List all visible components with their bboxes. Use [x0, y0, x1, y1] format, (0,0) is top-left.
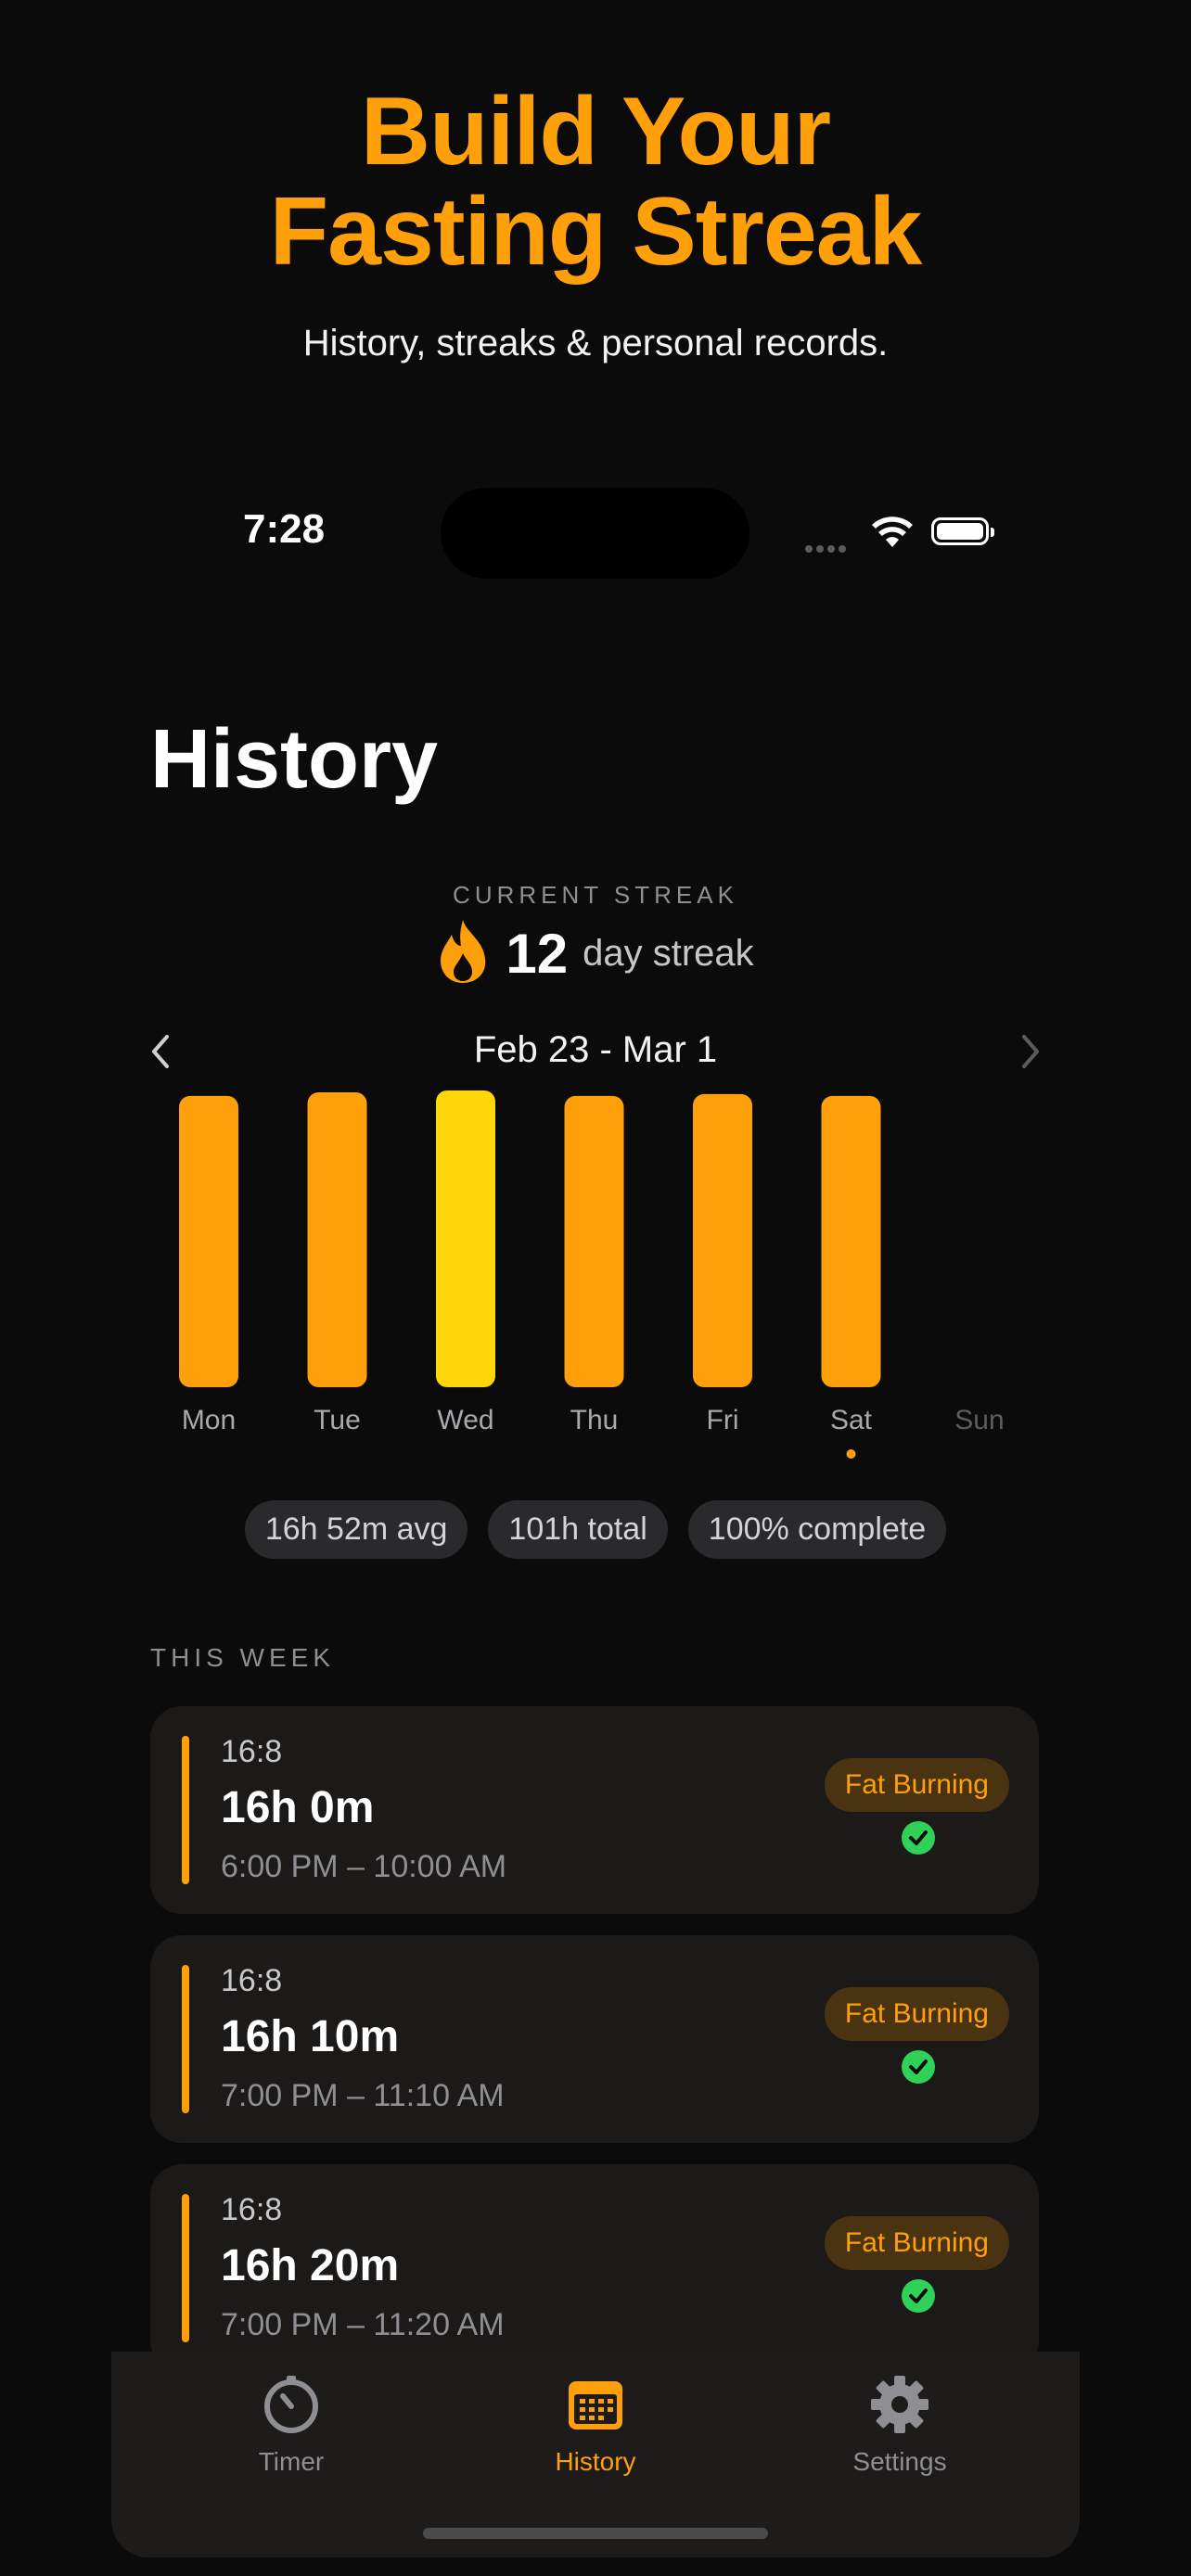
chart-bar-tue[interactable]: [307, 1091, 367, 1387]
section-title: THIS WEEK: [150, 1643, 336, 1672]
calendar-icon: [569, 2381, 622, 2429]
promo-subtitle: History, streaks & personal records.: [302, 323, 889, 363]
fast-duration: 16h 0m: [221, 1783, 375, 1832]
chart-day-label: Mon: [182, 1405, 236, 1435]
checkmark-icon: [902, 1821, 935, 1855]
battery-icon: [931, 517, 994, 545]
checkmark-icon: [902, 2279, 935, 2313]
next-week-button[interactable]: [1017, 1033, 1044, 1075]
chevron-right-icon: [1022, 1035, 1039, 1068]
fast-plan: 16:8: [221, 2192, 283, 2227]
week-stats: 16h 52m avg 101h total 100% complete: [0, 1500, 1191, 1559]
chart-day-label: Thu: [570, 1405, 619, 1435]
tab-settings[interactable]: Settings: [807, 2374, 992, 2477]
fast-card[interactable]: 16:8 16h 20m 7:00 PM – 11:20 AM Fat Burn…: [150, 2164, 1039, 2372]
tab-history[interactable]: History: [503, 2374, 688, 2477]
streak-summary: 12 day streak: [0, 918, 1191, 989]
chart-day-label: Tue: [314, 1405, 361, 1435]
fast-card[interactable]: 16:8 16h 10m 7:00 PM – 11:10 AM Fat Burn…: [150, 1935, 1039, 2143]
fast-plan: 16:8: [221, 1734, 283, 1769]
fast-card[interactable]: 16:8 16h 0m 6:00 PM – 10:00 AM Fat Burni…: [150, 1706, 1039, 1914]
chart-bar-mon[interactable]: [179, 1095, 238, 1387]
wifi-icon: [870, 516, 915, 554]
weekly-fasting-chart: Mon Tue Wed Thu Fri Sat Sun: [179, 1090, 1005, 1459]
tab-label: History: [555, 2447, 636, 2476]
today-indicator: [846, 1449, 856, 1459]
status-time: 7:28: [243, 506, 326, 552]
fast-zone-badge: Fat Burning: [824, 1987, 1009, 2041]
promo-title-line2: Fasting Streak: [269, 178, 923, 286]
chart-day-label: Wed: [437, 1405, 493, 1435]
fast-zone-badge: Fat Burning: [824, 1758, 1009, 1812]
dynamic-island: [441, 488, 749, 579]
tab-bar: Timer History Settings: [111, 2352, 1080, 2557]
chart-day-label: Sat: [830, 1405, 873, 1435]
card-accent-bar: [182, 1965, 189, 2113]
chart-bar-fri[interactable]: [693, 1093, 752, 1387]
home-indicator: [423, 2528, 768, 2539]
chart-day-label: Fri: [707, 1405, 739, 1435]
gear-icon: [871, 2376, 928, 2433]
total-stat: 101h total: [488, 1500, 668, 1559]
avg-stat: 16h 52m avg: [244, 1500, 468, 1559]
chart-day-label: Sun: [954, 1405, 1004, 1435]
fast-time-range: 6:00 PM – 10:00 AM: [221, 1849, 507, 1884]
checkmark-icon: [902, 2050, 935, 2084]
promo-title: Build Your Fasting Streak: [0, 82, 1191, 282]
fast-plan: 16:8: [221, 1963, 283, 1998]
flame-icon: [437, 918, 489, 989]
timer-icon: [264, 2376, 318, 2433]
fast-zone-badge: Fat Burning: [824, 2216, 1009, 2270]
card-accent-bar: [182, 1736, 189, 1884]
cellular-signal-icon: [805, 541, 850, 557]
fast-time-range: 7:00 PM – 11:10 AM: [221, 2078, 505, 2113]
fast-time-range: 7:00 PM – 11:20 AM: [221, 2307, 505, 2342]
page-title: History: [150, 713, 439, 806]
streak-suffix: day streak: [583, 933, 754, 974]
promo-title-line1: Build Your: [360, 78, 831, 185]
streak-count: 12: [506, 923, 569, 985]
tab-timer[interactable]: Timer: [198, 2374, 384, 2477]
fast-duration: 16h 20m: [221, 2241, 400, 2290]
tab-label: Timer: [258, 2447, 325, 2476]
streak-label: CURRENT STREAK: [453, 881, 738, 909]
chart-bar-wed[interactable]: [436, 1090, 495, 1387]
complete-stat: 100% complete: [687, 1500, 947, 1559]
chart-bar-sat[interactable]: [821, 1095, 881, 1387]
fast-duration: 16h 10m: [221, 2012, 400, 2061]
card-accent-bar: [182, 2194, 189, 2342]
chart-bar-thu[interactable]: [564, 1095, 624, 1387]
tab-label: Settings: [852, 2447, 947, 2476]
week-range: Feb 23 - Mar 1: [473, 1029, 718, 1070]
